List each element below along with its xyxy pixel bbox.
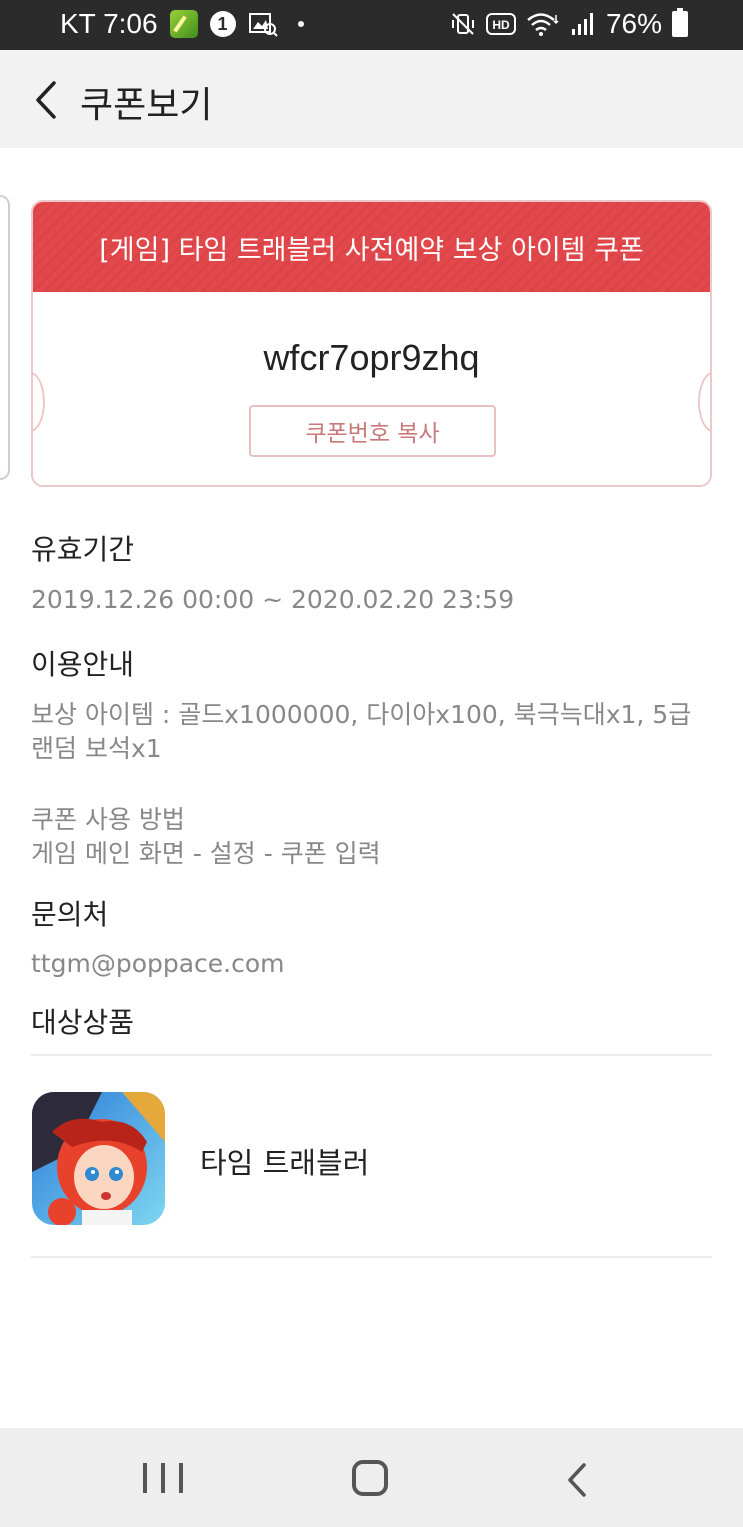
- battery-percent: 76%: [605, 8, 662, 39]
- usage-reward: 보상 아이템 : 골드x1000000, 다이아x100, 북극늑대x1, 5급…: [31, 700, 692, 763]
- copy-coupon-code-button[interactable]: 쿠폰번호 복사: [249, 405, 496, 457]
- divider: [31, 1256, 712, 1258]
- gallery-icon: [248, 13, 278, 37]
- recents-icon-bar: [143, 1463, 147, 1493]
- coupon-notch-right: [698, 372, 710, 432]
- vibrate-mute-icon: [451, 13, 474, 35]
- page-title: 쿠폰보기: [80, 85, 213, 126]
- back-button[interactable]: [26, 78, 66, 122]
- product-thumbnail[interactable]: [32, 1092, 165, 1225]
- recents-button[interactable]: [143, 1463, 183, 1497]
- hd-voice-icon: HD: [485, 13, 516, 35]
- battery-icon: [672, 8, 688, 37]
- recents-icon-bar: [161, 1463, 165, 1493]
- validity-period: 2019.12.26 00:00 ~ 2020.02.20 23:59: [31, 585, 515, 614]
- coupon-notch-left: [33, 372, 45, 432]
- system-back-button[interactable]: [562, 1462, 594, 1498]
- app-header: 쿠폰보기: [0, 50, 743, 148]
- validity-title: 유효기간: [31, 533, 135, 566]
- recents-icon-bar: [179, 1463, 183, 1493]
- more-notifications-dot: [297, 21, 304, 27]
- divider: [31, 1054, 712, 1056]
- contact-title: 문의처: [31, 898, 109, 931]
- coupon-card: [게임] 타임 트래블러 사전예약 보상 아이템 쿠폰 wfcr7opr9zhq…: [31, 200, 712, 487]
- home-button[interactable]: [352, 1460, 388, 1496]
- notification-count-badge: 1: [209, 11, 236, 37]
- game-character-image: [32, 1092, 165, 1225]
- coupon-code: wfcr7opr9zhq: [263, 337, 480, 378]
- usage-method-text: 게임 메인 화면 - 설정 - 쿠폰 입력: [31, 839, 381, 868]
- usage-title: 이용안내: [31, 648, 135, 681]
- app-notification-icon: [169, 10, 198, 38]
- contact-email[interactable]: ttgm@poppace.com: [31, 947, 711, 981]
- system-nav-bar: [0, 1428, 743, 1527]
- status-bar: KT 7:06 1 HD 76%: [0, 0, 743, 50]
- product-name[interactable]: 타임 트래블러: [200, 1140, 369, 1182]
- svg-text:HD: HD: [492, 18, 510, 32]
- product-section-title: 대상상품: [31, 1006, 135, 1039]
- signal-icon: [571, 13, 593, 35]
- wifi-icon: [527, 13, 559, 36]
- carrier-label: KT: [60, 8, 96, 39]
- previous-coupon-edge[interactable]: [0, 195, 10, 480]
- carrier-time: KT 7:06: [60, 8, 158, 40]
- usage-method-title: 쿠폰 사용 방법: [31, 805, 185, 834]
- time-label: 7:06: [103, 8, 158, 39]
- coupon-title: [게임] 타임 트래블러 사전예약 보상 아이템 쿠폰: [99, 234, 644, 266]
- status-right: HD 76%: [450, 8, 688, 40]
- status-left: KT 7:06 1: [60, 8, 304, 40]
- coupon-header: [게임] 타임 트래블러 사전예약 보상 아이템 쿠폰: [33, 202, 710, 292]
- back-arrow-icon: [36, 81, 56, 119]
